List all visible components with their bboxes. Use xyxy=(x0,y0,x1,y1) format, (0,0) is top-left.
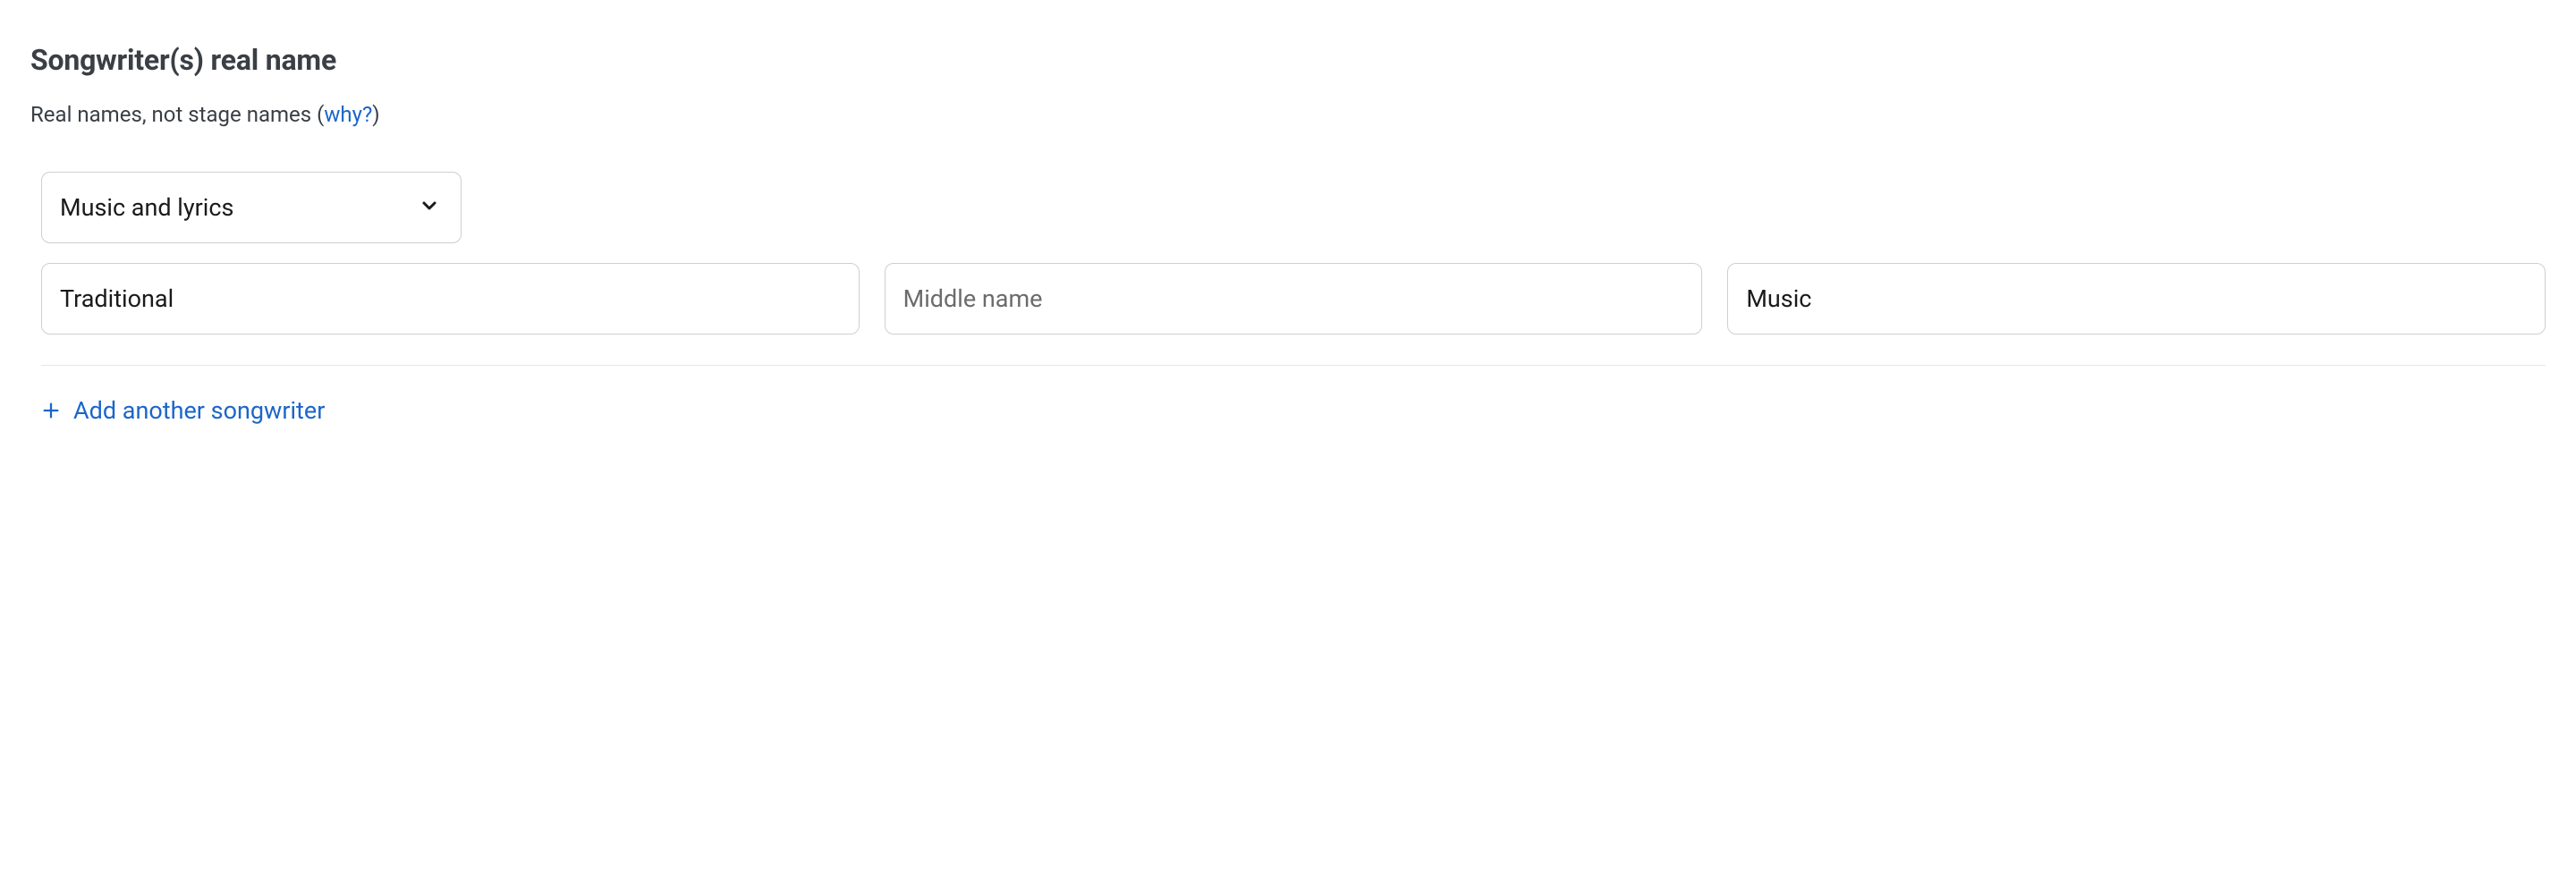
role-select-wrap: Music and lyrics xyxy=(41,172,462,243)
section-title: Songwriter(s) real name xyxy=(30,43,2546,77)
divider xyxy=(41,365,2546,366)
add-songwriter-button[interactable]: Add another songwriter xyxy=(41,396,325,425)
role-select[interactable]: Music and lyrics xyxy=(41,172,462,243)
name-row xyxy=(41,263,2546,334)
add-songwriter-label: Add another songwriter xyxy=(73,396,325,425)
plus-icon xyxy=(41,401,61,420)
middle-name-input[interactable] xyxy=(885,263,1703,334)
songwriter-form: Music and lyrics Add another songwriter xyxy=(30,172,2546,425)
helper-text: Real names, not stage names (why?) xyxy=(30,102,2546,127)
last-name-input[interactable] xyxy=(1727,263,2546,334)
why-link[interactable]: why? xyxy=(324,102,372,127)
helper-prefix: Real names, not stage names ( xyxy=(30,102,324,127)
first-name-input[interactable] xyxy=(41,263,860,334)
helper-suffix: ) xyxy=(372,102,379,127)
